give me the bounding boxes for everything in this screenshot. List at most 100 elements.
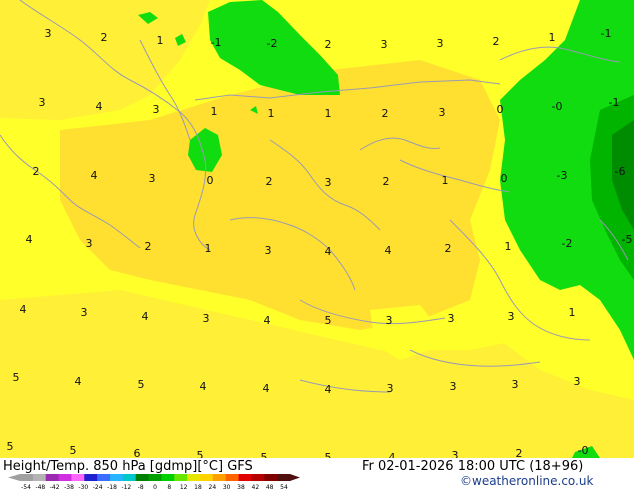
temperature-label: 3 xyxy=(81,306,88,319)
colorbar-segment xyxy=(84,474,98,481)
colorbar-tick-label: -38 xyxy=(64,484,74,490)
colorbar-tick-label: 12 xyxy=(180,484,188,490)
temperature-label: 0 xyxy=(501,172,508,185)
colorbar-tick-label: 30 xyxy=(223,484,231,490)
temperature-label: 3 xyxy=(512,378,519,391)
colorbar-segment xyxy=(148,474,162,481)
temperature-label: 1 xyxy=(569,306,576,319)
colorbar-segment xyxy=(225,474,240,481)
temperature-label: 3 xyxy=(153,103,160,116)
temperature-label: 3 xyxy=(508,310,515,323)
temperature-label: 3 xyxy=(437,37,444,50)
temperature-label: 2 xyxy=(445,242,452,255)
temperature-label: 2 xyxy=(325,38,332,51)
temperature-label: 3 xyxy=(448,312,455,325)
temperature-label: 4 xyxy=(263,382,270,395)
temperature-label: 5 xyxy=(7,440,14,453)
colorbar-tick-label: 18 xyxy=(194,484,202,490)
temperature-label: 1 xyxy=(505,240,512,253)
temperature-label: 4 xyxy=(325,383,332,396)
temperature-label: 2 xyxy=(101,31,108,44)
temperature-label: 3 xyxy=(381,38,388,51)
temperature-label: 2 xyxy=(383,175,390,188)
colorbar-segment xyxy=(264,474,278,481)
weather-map: 3 2 1 -1 -2 2 3 3 2 1 -1 3 4 3 1 1 1 2 3 0 -0 -1 2 4 3 0 2 3 2 1 0 -3 -6… xyxy=(0,0,634,490)
colorbar-tick-label: -42 xyxy=(50,484,60,490)
temperature-label: 3 xyxy=(574,375,581,388)
colorbar-segment xyxy=(212,474,227,481)
temperature-label: 3 xyxy=(325,176,332,189)
colorbar-segment xyxy=(58,474,72,481)
footer-timestamp: Fr 02-01-2026 18:00 UTC (18+96) xyxy=(362,459,583,474)
temperature-label: 4 xyxy=(96,100,103,113)
colorbar-segment xyxy=(200,474,214,481)
colorbar-segment xyxy=(97,474,111,481)
colorbar-segment xyxy=(174,474,188,481)
temperature-label: 2 xyxy=(145,240,152,253)
footer-credit[interactable]: ©weatheronline.co.uk xyxy=(460,474,593,488)
colorbar-tick-label: -24 xyxy=(93,484,103,490)
footer-title: Height/Temp. 850 hPa [gdmp][°C] GFS xyxy=(3,459,253,474)
temperature-label: -1 xyxy=(609,96,620,109)
temperature-label: 1 xyxy=(211,105,218,118)
colorbar-tick-label: -30 xyxy=(78,484,88,490)
colorbar-tick-label: 8 xyxy=(167,484,171,490)
temperature-label: -2 xyxy=(267,37,278,50)
temperature-label: 4 xyxy=(75,375,82,388)
colorbar-segment xyxy=(110,474,124,481)
temperature-label: -6 xyxy=(615,165,626,178)
temperature-label: 3 xyxy=(387,382,394,395)
colorbar-segment xyxy=(277,474,291,481)
temperature-label: -0 xyxy=(552,100,563,113)
temperature-label: 2 xyxy=(382,107,389,120)
temperature-label: -3 xyxy=(557,169,568,182)
temperature-label: -2 xyxy=(562,237,573,250)
temperature-label: 4 xyxy=(325,245,332,258)
temperature-label: 2 xyxy=(266,175,273,188)
temperature-label: -1 xyxy=(211,36,222,49)
temperature-label: 3 xyxy=(450,380,457,393)
temperature-label: 3 xyxy=(45,27,52,40)
temperature-label: 1 xyxy=(205,242,212,255)
temperature-label: 5 xyxy=(325,314,332,327)
colorbar-segment xyxy=(187,474,201,481)
temperature-label: 3 xyxy=(203,312,210,325)
colorbar-tick-label: -48 xyxy=(35,484,45,490)
colorbar-tick-label: 54 xyxy=(280,484,288,490)
temperature-label: -0 xyxy=(578,444,589,457)
temperature-label: 4 xyxy=(385,244,392,257)
temperature-label: 4 xyxy=(91,169,98,182)
colorbar-tick-label: 0 xyxy=(153,484,157,490)
temperature-label: 0 xyxy=(207,174,214,187)
colorbar-segment xyxy=(135,474,150,481)
colorbar-tick-label: 38 xyxy=(237,484,245,490)
colorbar-segment xyxy=(238,474,252,481)
colorbar-tick-label: -12 xyxy=(121,484,131,490)
colorbar-tick-label: -54 xyxy=(21,484,31,490)
footer: Height/Temp. 850 hPa [gdmp][°C] GFS Fr 0… xyxy=(0,458,634,490)
colorbar-segment xyxy=(251,474,265,481)
temperature-label: 3 xyxy=(39,96,46,109)
colorbar-segment xyxy=(45,474,60,481)
temperature-label: 1 xyxy=(268,107,275,120)
temperature-label: 3 xyxy=(386,314,393,327)
temperature-label: -1 xyxy=(601,27,612,40)
temperature-label: -5 xyxy=(622,233,633,246)
temperature-label: 3 xyxy=(265,244,272,257)
colorbar-segment xyxy=(71,474,85,481)
temperature-label: 3 xyxy=(439,106,446,119)
temperature-label: 4 xyxy=(26,233,33,246)
colorbar-tick-label: 48 xyxy=(266,484,274,490)
temperature-label: 3 xyxy=(86,237,93,250)
temperature-label: 5 xyxy=(138,378,145,391)
map-canvas: 3 2 1 -1 -2 2 3 3 2 1 -13 4 3 1 1 1 2 3 0 -0 -12 4 3 0 2 3 2 1 0 -3 -6… xyxy=(0,0,634,490)
temperature-label: 1 xyxy=(442,174,449,187)
colorbar-segment xyxy=(122,474,137,481)
colorbar-segment xyxy=(20,474,34,481)
colorbar-segment xyxy=(161,474,175,481)
temperature-label: 0 xyxy=(497,103,504,116)
colorbar-tick-label: -8 xyxy=(138,484,144,490)
temperature-label: 3 xyxy=(149,172,156,185)
colorbar-tick-label: 24 xyxy=(209,484,217,490)
temperature-label: 4 xyxy=(20,303,27,316)
